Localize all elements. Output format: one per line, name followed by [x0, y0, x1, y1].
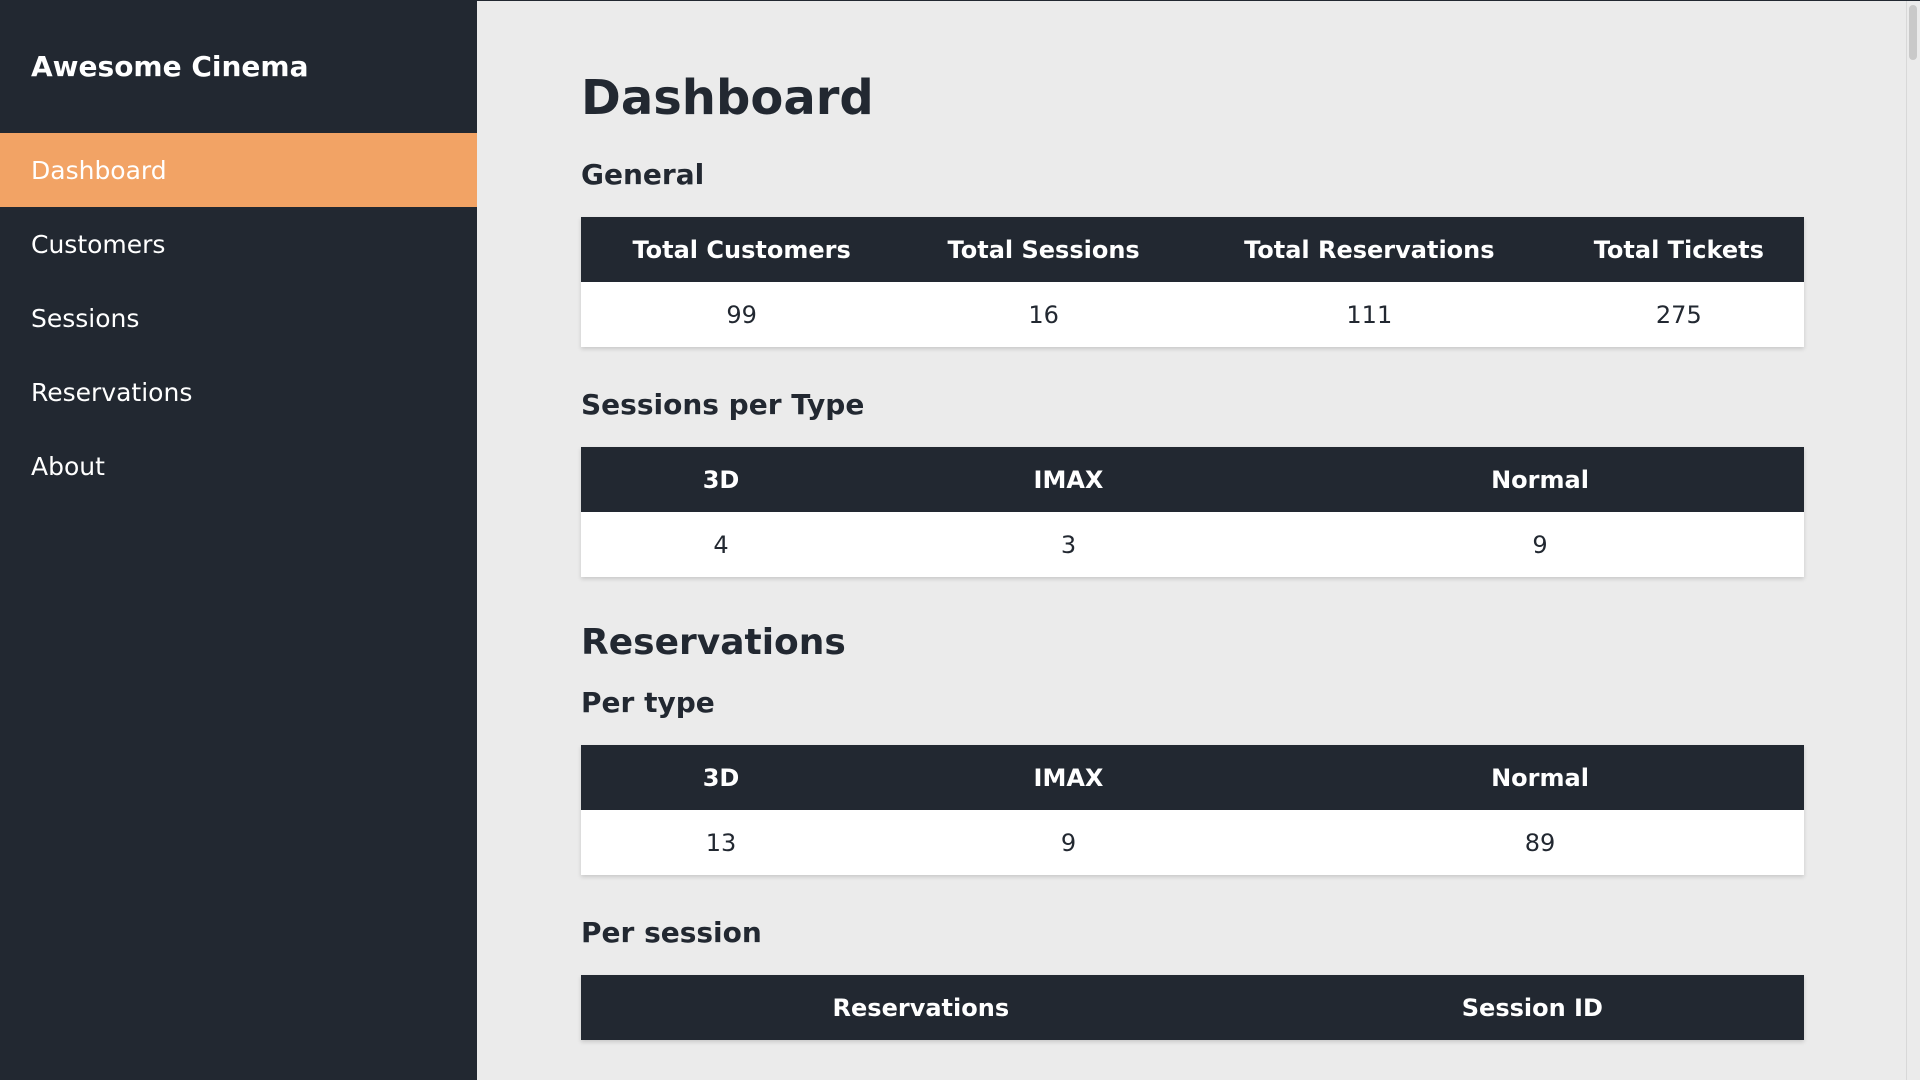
sidebar-item-sessions[interactable]: Sessions	[0, 281, 477, 355]
table-row: 13 9 89	[581, 810, 1804, 875]
general-table: Total Customers Total Sessions Total Res…	[581, 217, 1804, 347]
scrollbar-thumb[interactable]	[1909, 5, 1917, 60]
header-normal: Normal	[1276, 447, 1804, 512]
value-total-tickets: 275	[1655, 300, 1702, 329]
header-total-sessions: Total Sessions	[902, 217, 1185, 282]
header-3d: 3D	[581, 745, 861, 810]
table-header-row: Total Customers Total Sessions Total Res…	[581, 217, 1804, 282]
main-content: Dashboard General Total Customers Total …	[477, 0, 1920, 1080]
value-total-customers: 99	[726, 300, 757, 329]
sidebar: Awesome Cinema Dashboard Customers Sessi…	[0, 0, 477, 1080]
per-session-title: Per session	[581, 916, 762, 949]
header-total-tickets: Total Tickets	[1553, 217, 1804, 282]
value-imax: 3	[1060, 530, 1077, 559]
header-total-reservations: Total Reservations	[1185, 217, 1554, 282]
value-normal: 9	[1532, 530, 1548, 559]
value-3d: 4	[713, 530, 729, 559]
reservations-per-session-table: Reservations Session ID	[581, 975, 1804, 1040]
header-imax: IMAX	[861, 447, 1276, 512]
header-normal: Normal	[1276, 745, 1804, 810]
header-total-customers: Total Customers	[581, 217, 903, 282]
sidebar-item-about[interactable]: About	[0, 429, 477, 503]
sessions-per-type-title: Sessions per Type	[581, 388, 865, 421]
app: Awesome Cinema Dashboard Customers Sessi…	[0, 0, 1920, 1080]
table-header-row: 3D IMAX Normal	[581, 745, 1804, 810]
table-row: 99 16 111 275	[581, 282, 1804, 347]
reservations-section-title: Reservations	[581, 622, 846, 663]
value-total-reservations: 111	[1346, 300, 1393, 329]
reservations-per-type-table: 3D IMAX Normal 13 9 89	[581, 745, 1804, 875]
header-session-id: Session ID	[1260, 975, 1804, 1040]
value-3d: 13	[705, 828, 737, 857]
value-total-sessions: 16	[1028, 300, 1059, 329]
vertical-scrollbar[interactable]	[1906, 1, 1920, 1080]
table-header-row: Reservations Session ID	[581, 975, 1804, 1040]
table-header-row: 3D IMAX Normal	[581, 447, 1804, 512]
header-3d: 3D	[581, 447, 861, 512]
sidebar-item-customers[interactable]: Customers	[0, 207, 477, 281]
header-reservations: Reservations	[581, 975, 1261, 1040]
sidebar-item-reservations[interactable]: Reservations	[0, 355, 477, 429]
sessions-per-type-table: 3D IMAX Normal 4 3 9	[581, 447, 1804, 577]
sidebar-item-dashboard[interactable]: Dashboard	[0, 133, 477, 207]
value-imax: 9	[1060, 828, 1077, 857]
general-title: General	[581, 158, 705, 191]
table-row: 4 3 9	[581, 512, 1804, 577]
page-title: Dashboard	[581, 70, 874, 126]
value-normal: 89	[1524, 828, 1556, 857]
header-imax: IMAX	[861, 745, 1276, 810]
per-type-title: Per type	[581, 686, 715, 719]
brand-title: Awesome Cinema	[31, 50, 309, 83]
